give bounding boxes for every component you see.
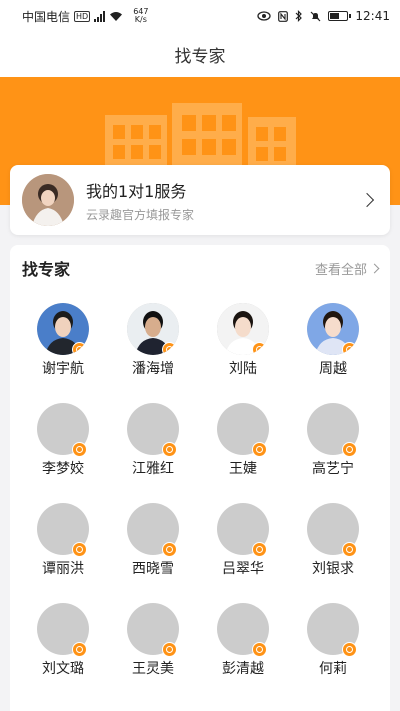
view-all-link[interactable]: 查看全部 [314,259,380,278]
mute-icon [310,11,321,21]
expert-avatar [127,403,179,457]
verified-badge-icon [72,642,87,657]
chevron-right-icon [359,192,375,208]
bluetooth-icon [295,10,303,22]
net-speed: 647 K/s [133,8,148,24]
expert-item[interactable]: 周越 [288,303,378,379]
verified-badge-icon [72,542,87,557]
hd-icon: HD [74,10,91,22]
experts-panel: 找专家 查看全部 谢宇航 潘海增 刘陆 周越 李梦姣 江雅红 王婕 高艺宁 谭丽洪 西晓雪 吕翠华刘… [10,245,390,711]
eye-icon [257,11,272,21]
expert-avatar [217,503,269,557]
expert-item[interactable]: 西晓雪 [108,503,198,579]
view-all-label: 查看全部 [314,262,367,278]
expert-item[interactable]: 刘银求 [288,503,378,579]
expert-item[interactable]: 吕翠华 [198,503,288,579]
expert-name: 刘陆 [229,361,257,377]
expert-name: 周越 [319,361,347,377]
expert-name: 谢宇航 [42,361,84,377]
wifi-icon [110,11,123,21]
expert-name: 王灵美 [132,661,174,677]
verified-badge-icon [342,542,357,557]
expert-name: 吕翠华 [222,561,264,577]
verified-badge-icon [252,442,267,457]
expert-item[interactable]: 王婕 [198,403,288,479]
expert-avatar [37,503,89,557]
verified-badge-icon [72,442,87,457]
service-title: 我的1对1服务 [86,181,187,201]
expert-avatar [37,603,89,657]
verified-badge-icon [342,442,357,457]
signal-icon [94,10,106,22]
expert-avatar [217,603,269,657]
expert-avatar [127,503,179,557]
expert-name: 李梦姣 [42,461,84,477]
expert-item[interactable]: 谭丽洪 [18,503,108,579]
verified-badge-icon [162,342,177,355]
service-avatar [22,174,74,226]
expert-name: 何莉 [319,661,347,677]
service-subtitle: 云录趣官方填报专家 [86,207,195,222]
expert-avatar [37,403,89,457]
clock: 12:41 [355,9,390,23]
verified-badge-icon [162,542,177,557]
verified-badge-icon [342,642,357,657]
verified-badge-icon [162,642,177,657]
expert-item[interactable]: 潘海增 [108,303,198,379]
expert-avatar [307,503,359,557]
expert-avatar [127,603,179,657]
expert-avatar [37,303,89,355]
expert-item[interactable]: 李梦姣 [18,403,108,479]
verified-badge-icon [162,442,177,457]
expert-item[interactable]: 王灵美 [108,603,198,679]
expert-avatar [307,603,359,657]
expert-name: 谭丽洪 [42,561,84,577]
chevron-right-icon [369,263,380,273]
expert-name: 刘银求 [312,561,354,577]
expert-item[interactable]: 何莉 [288,603,378,679]
verified-badge-icon [252,342,267,355]
expert-item[interactable]: 刘文璐 [18,603,108,679]
expert-name: 江雅红 [132,461,174,477]
expert-name: 西晓雪 [132,561,174,577]
expert-item[interactable]: 刘陆 [198,303,288,379]
expert-name: 王婕 [229,461,257,477]
page-title: 找专家 [174,47,226,67]
verified-badge-icon [252,642,267,657]
status-bar: 中国电信 HD 647 K/s 12:41 [0,0,400,32]
expert-name: 彭清越 [222,661,264,677]
one-on-one-service-card[interactable]: 我的1对1服务 云录趣官方填报专家 [10,165,390,235]
verified-badge-icon [72,342,87,355]
nfc-icon [278,10,289,22]
section-title: 找专家 [22,260,71,279]
verified-badge-icon [342,342,357,355]
expert-avatar [307,303,359,355]
battery-icon [328,11,352,21]
expert-item[interactable]: 谢宇航 [18,303,108,379]
expert-avatar [217,303,269,355]
nav-bar: 找专家 [0,32,400,77]
expert-item[interactable]: 彭清越 [198,603,288,679]
net-speed-unit: K/s [134,15,147,24]
expert-name: 刘文璐 [42,661,84,677]
expert-item[interactable]: 高艺宁 [288,403,378,479]
expert-name: 高艺宁 [312,461,354,477]
expert-name: 潘海增 [132,361,174,377]
expert-item[interactable]: 江雅红 [108,403,198,479]
expert-avatar [217,403,269,457]
verified-badge-icon [252,542,267,557]
expert-avatar [307,403,359,457]
expert-avatar [127,303,179,355]
carrier-label: 中国电信 [22,9,71,24]
